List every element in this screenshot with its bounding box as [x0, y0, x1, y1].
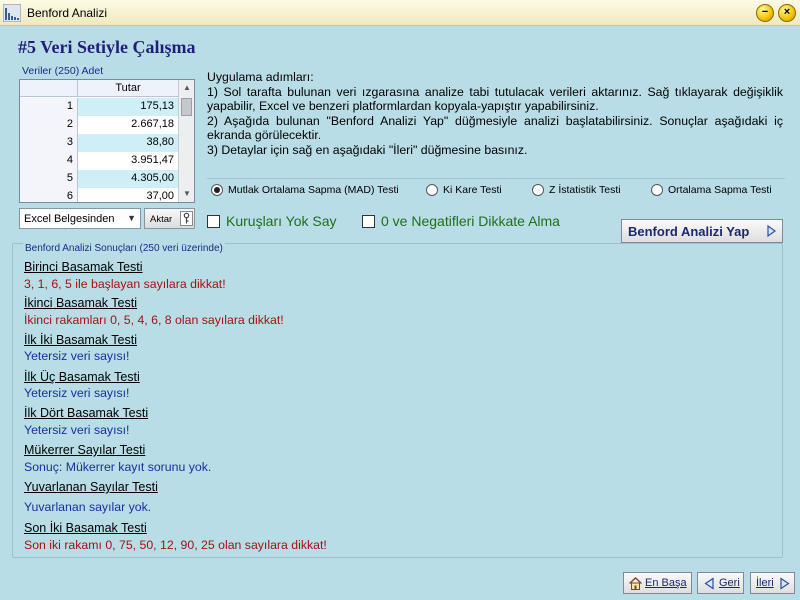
home-button-label: En Başa — [645, 577, 687, 589]
result-heading: İlk İki Basamak Testi — [24, 333, 138, 347]
instruction-step: 2) Aşağıda bulunan "Benford Analizi Yap"… — [207, 113, 783, 143]
instruction-step: 3) Detaylar için sağ en aşağıdaki "İleri… — [207, 142, 528, 157]
scroll-thumb[interactable] — [181, 98, 192, 116]
result-heading: Birinci Basamak Testi — [24, 260, 143, 274]
radio-icon — [651, 184, 663, 196]
instructions-title: Uygulama adımları: — [207, 70, 314, 84]
radio-icon — [532, 184, 544, 196]
page-title: #5 Veri Setiyle Çalışma — [18, 37, 196, 57]
radio-label: Mutlak Ortalama Sapma (MAD) Testi — [228, 184, 399, 196]
arrow-right-icon — [780, 577, 790, 590]
data-grid[interactable]: Tutar 1 175,13 2 2.667,18 3 38,80 4 3.95… — [19, 79, 195, 203]
row-number: 4 — [20, 152, 78, 170]
chart-app-icon — [3, 4, 21, 22]
results-label: Benford Analizi Sonuçları (250 veri üzer… — [23, 243, 225, 254]
checkbox-icon — [362, 215, 375, 228]
next-button[interactable]: İleri — [750, 572, 795, 594]
checkbox-label: Kuruşları Yok Say — [226, 213, 337, 229]
home-button[interactable]: En Başa — [623, 572, 692, 594]
radio-chi-square-test[interactable]: Ki Kare Testi — [426, 184, 502, 196]
result-text: 3, 1, 6, 5 ile başlayan sayılara dikkat! — [24, 277, 226, 291]
result-heading: İlk Üç Basamak Testi — [24, 370, 140, 384]
scroll-down-icon[interactable]: ▼ — [179, 186, 194, 202]
source-select-value: Excel Belgesinden — [24, 213, 115, 225]
table-row[interactable]: 1 175,13 — [20, 98, 178, 116]
next-button-label: İleri — [756, 577, 774, 589]
grid-cell[interactable]: 175,13 — [78, 98, 178, 116]
result-text: Yetersiz veri sayısı! — [24, 349, 130, 363]
ignore-cents-checkbox[interactable]: Kuruşları Yok Say — [207, 213, 337, 229]
radio-icon — [426, 184, 438, 196]
result-heading: Yuvarlanan Sayılar Testi — [24, 480, 158, 494]
row-number: 6 — [20, 188, 78, 202]
key-icon — [180, 211, 193, 226]
grid-cell[interactable]: 4.305,00 — [78, 170, 178, 188]
row-number: 5 — [20, 170, 78, 188]
back-button-label: Geri — [719, 577, 740, 589]
source-select[interactable]: Excel Belgesinden ▼ — [19, 208, 141, 229]
analyze-button-label: Benford Analizi Yap — [628, 224, 750, 239]
scroll-up-icon[interactable]: ▲ — [179, 80, 194, 96]
ignore-zero-negative-checkbox[interactable]: 0 ve Negatifleri Dikkate Alma — [362, 213, 560, 229]
import-button[interactable]: Aktar — [144, 208, 195, 229]
checkbox-label: 0 ve Negatifleri Dikkate Alma — [381, 213, 560, 229]
window-title: Benford Analizi — [27, 6, 108, 20]
result-text: Yetersiz veri sayısı! — [24, 386, 130, 400]
grid-corner[interactable] — [20, 80, 78, 97]
grid-cell[interactable]: 3.951,47 — [78, 152, 178, 170]
radio-label: Ki Kare Testi — [443, 184, 502, 196]
result-text: Sonuç: Mükerrer kayıt sorunu yok. — [24, 460, 212, 474]
close-icon[interactable]: × — [778, 4, 796, 22]
table-row[interactable]: 5 4.305,00 — [20, 170, 178, 188]
grid-label: Veriler (250) Adet — [22, 65, 104, 77]
result-text: Yetersiz veri sayısı! — [24, 423, 130, 437]
row-number: 2 — [20, 116, 78, 134]
home-icon — [629, 577, 642, 590]
arrow-left-icon — [704, 577, 714, 590]
minimize-icon[interactable]: − — [756, 4, 774, 22]
instructions: Uygulama adımları: 1) Sol tarafta buluna… — [207, 70, 783, 158]
radio-z-test[interactable]: Z İstatistik Testi — [532, 184, 621, 196]
radio-mean-deviation-test[interactable]: Ortalama Sapma Testi — [651, 184, 772, 196]
result-text: Yuvarlanan sayılar yok. — [24, 500, 152, 514]
grid-scrollbar[interactable]: ▲ ▼ — [178, 80, 194, 202]
radio-mad-test[interactable]: Mutlak Ortalama Sapma (MAD) Testi — [211, 184, 399, 196]
radio-label: Z İstatistik Testi — [549, 184, 621, 196]
chevron-down-icon: ▼ — [127, 213, 136, 223]
arrow-right-icon — [767, 224, 777, 238]
import-button-label: Aktar — [150, 214, 173, 225]
back-button[interactable]: Geri — [697, 572, 744, 594]
row-number: 1 — [20, 98, 78, 116]
radio-label: Ortalama Sapma Testi — [668, 184, 772, 196]
grid-cell[interactable]: 2.667,18 — [78, 116, 178, 134]
result-heading: İkinci Basamak Testi — [24, 296, 138, 310]
instruction-step: 1) Sol tarafta bulunan veri ızgarasına a… — [207, 84, 783, 114]
result-heading: Son İki Basamak Testi — [24, 521, 147, 535]
result-heading: Mükerrer Sayılar Testi — [24, 443, 146, 457]
grid-cell[interactable]: 37,00 — [78, 188, 178, 202]
analyze-button[interactable]: Benford Analizi Yap — [621, 219, 783, 243]
checkbox-icon — [207, 215, 220, 228]
table-row[interactable]: 4 3.951,47 — [20, 152, 178, 170]
table-row[interactable]: 3 38,80 — [20, 134, 178, 152]
table-row[interactable]: 6 37,00 — [20, 188, 178, 202]
table-row[interactable]: 2 2.667,18 — [20, 116, 178, 134]
window-titlebar: Benford Analizi − × — [0, 0, 800, 26]
result-heading: İlk Dört Basamak Testi — [24, 406, 149, 420]
result-text: Son iki rakamı 0, 75, 50, 12, 90, 25 ola… — [24, 538, 327, 552]
grid-column-header[interactable]: Tutar — [78, 82, 178, 94]
radio-selected-icon — [211, 184, 223, 196]
grid-cell[interactable]: 38,80 — [78, 134, 178, 152]
test-radio-group: Mutlak Ortalama Sapma (MAD) Testi Ki Kar… — [207, 178, 785, 202]
row-number: 3 — [20, 134, 78, 152]
grid-header: Tutar — [20, 80, 178, 97]
result-text: İkinci rakamları 0, 5, 4, 6, 8 olan sayı… — [24, 313, 284, 327]
results-panel: Benford Analizi Sonuçları (250 veri üzer… — [12, 243, 783, 558]
